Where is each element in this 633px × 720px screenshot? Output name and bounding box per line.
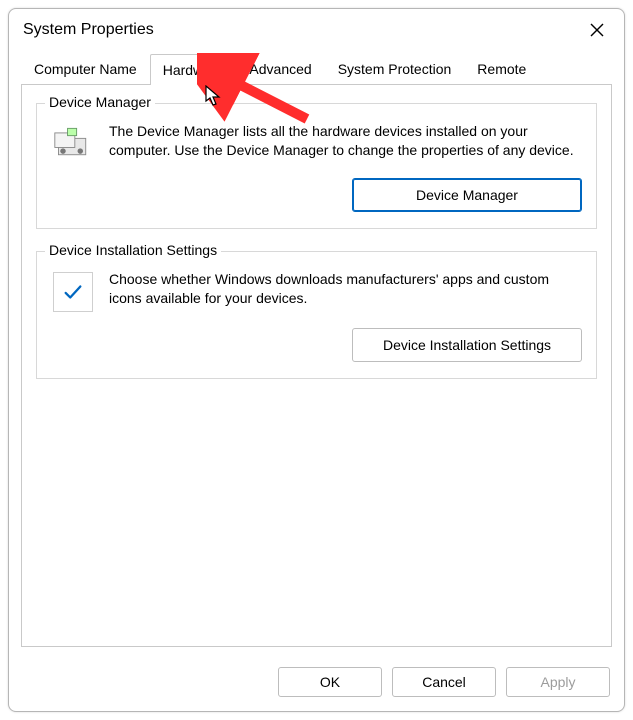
- dialog-footer: OK Cancel Apply: [9, 657, 624, 711]
- window-title: System Properties: [23, 21, 154, 39]
- close-button[interactable]: [580, 17, 614, 43]
- tab-remote[interactable]: Remote: [464, 53, 539, 84]
- titlebar: System Properties: [9, 9, 624, 49]
- check-icon: [62, 281, 84, 303]
- group-install-settings: Device Installation Settings Choose whet…: [36, 251, 597, 379]
- group-device-manager: Device Manager The Device Manager lists …: [36, 103, 597, 229]
- tab-computer-name[interactable]: Computer Name: [21, 53, 150, 84]
- install-settings-button[interactable]: Device Installation Settings: [352, 328, 582, 362]
- tab-strip: Computer Name Hardware Advanced System P…: [9, 49, 624, 84]
- cancel-button[interactable]: Cancel: [392, 667, 496, 697]
- device-manager-icon: [51, 122, 95, 162]
- install-settings-description: Choose whether Windows downloads manufac…: [109, 270, 582, 308]
- legend-install-settings: Device Installation Settings: [45, 242, 221, 258]
- install-settings-icon-box: [51, 270, 95, 312]
- tab-pane-hardware: Device Manager The Device Manager lists …: [21, 84, 612, 647]
- apply-button: Apply: [506, 667, 610, 697]
- close-icon: [590, 23, 604, 37]
- device-manager-button[interactable]: Device Manager: [352, 178, 582, 212]
- ok-button[interactable]: OK: [278, 667, 382, 697]
- tab-advanced[interactable]: Advanced: [236, 53, 324, 84]
- tab-system-protection[interactable]: System Protection: [325, 53, 465, 84]
- legend-device-manager: Device Manager: [45, 94, 155, 110]
- system-properties-dialog: System Properties Computer Name Hardware…: [8, 8, 625, 712]
- tab-hardware[interactable]: Hardware: [150, 54, 237, 85]
- device-manager-description: The Device Manager lists all the hardwar…: [109, 122, 582, 160]
